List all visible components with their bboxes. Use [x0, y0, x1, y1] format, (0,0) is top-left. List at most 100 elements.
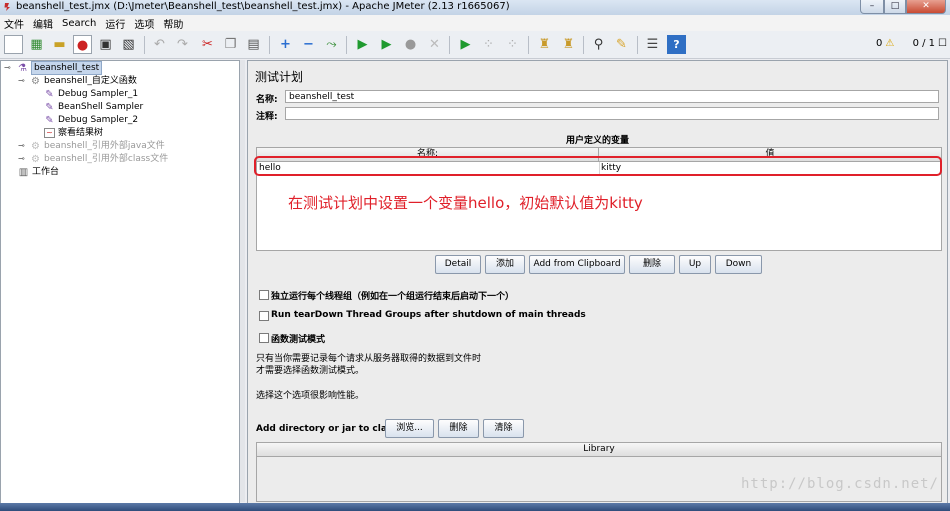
listener-icon: ~ [44, 128, 55, 138]
workbench-icon: ▥ [18, 166, 29, 178]
shutdown-icon[interactable]: ✕ [425, 35, 444, 54]
user-variables-title: 用户定义的变量 [565, 136, 629, 146]
up-button[interactable]: Up [679, 255, 711, 274]
comments-field[interactable] [285, 107, 939, 120]
tree-item-beanshell-sampler[interactable]: ✎ BeanShell Sampler [44, 101, 143, 113]
tree-item-label: beanshell_引用外部class文件 [44, 154, 169, 164]
undo-icon[interactable]: ↶ [150, 35, 169, 54]
down-button[interactable]: Down [715, 255, 762, 274]
tree-item-label: 察看结果树 [58, 128, 104, 138]
close-window-button[interactable]: ✕ [906, 0, 946, 14]
menu-search[interactable]: Search [58, 18, 101, 29]
tree-item-thread-group-2[interactable]: ⊸ ⚙ beanshell_引用外部java文件 [18, 140, 165, 152]
add-button[interactable]: 添加 [485, 255, 525, 274]
thread-group-icon: ⚙ [31, 75, 40, 87]
tree-root-label[interactable]: beanshell_test [31, 61, 103, 75]
search-icon[interactable]: ⚲ [589, 35, 608, 54]
browse-button[interactable]: 浏览... [385, 419, 434, 438]
os-taskbar [0, 503, 950, 511]
collapse-handle-icon[interactable]: ⊸ [18, 75, 25, 87]
classpath-delete-button[interactable]: 删除 [438, 419, 479, 438]
close-file-icon[interactable]: ● [73, 35, 92, 54]
expand-icon[interactable]: + [276, 35, 295, 54]
title-bar: beanshell_test.jmx (D:\Jmeter\Beanshell_… [0, 0, 950, 16]
library-column-header[interactable]: Library [257, 443, 941, 457]
redo-icon[interactable]: ↷ [173, 35, 192, 54]
remote-exit-icon[interactable]: ⁘ [503, 35, 522, 54]
tree-item-workbench[interactable]: ▥ 工作台 [18, 166, 59, 178]
toolbar: ▦ ▬ ● ▣ ▧ ↶ ↷ ✂ ❐ ▤ + − ⤳ ▶ ▶ ● ✕ ▶ ⁘ ⁘ … [0, 31, 950, 59]
new-icon[interactable] [4, 35, 23, 54]
tree-root[interactable]: ⊸ ⚗ beanshell_test [4, 61, 103, 75]
run-status: 0 ⚠ 0 / 1 ☐ [876, 38, 950, 49]
thread-group-icon: ⚙ [31, 140, 40, 152]
sampler-icon: ✎ [45, 88, 54, 100]
tree-item-label: 工作台 [32, 167, 60, 177]
tree-item-results-tree[interactable]: ~ 察看结果树 [44, 127, 103, 139]
library-table: Library [256, 442, 942, 502]
menu-edit[interactable]: 编辑 [29, 16, 58, 31]
stop-icon[interactable]: ● [401, 35, 420, 54]
serialize-threadgroups-label[interactable]: 独立运行每个线程组（例如在一个组运行结束后启动下一个） [271, 289, 514, 302]
clear-all-icon[interactable]: ♜ [559, 35, 578, 54]
functional-mode-checkbox[interactable] [259, 333, 269, 343]
detail-button[interactable]: Detail [435, 255, 481, 274]
tree-item-debug-sampler-1[interactable]: ✎ Debug Sampler_1 [44, 88, 138, 100]
add-from-clipboard-button[interactable]: Add from Clipboard [529, 255, 625, 274]
test-plan-icon: ⚗ [18, 62, 27, 74]
annotation-text: 在测试计划中设置一个变量hello，初始默认值为kitty [288, 194, 643, 212]
toggle-icon[interactable]: ⤳ [322, 35, 341, 54]
paste-icon[interactable]: ▤ [244, 35, 263, 54]
thread-group-icon: ⚙ [31, 153, 40, 165]
start-icon[interactable]: ▶ [353, 35, 372, 54]
cut-icon[interactable]: ✂ [198, 35, 217, 54]
expand-handle-icon[interactable]: ⊸ [18, 140, 25, 152]
teardown-checkbox[interactable] [259, 311, 269, 321]
tree-item-thread-group-3[interactable]: ⊸ ⚙ beanshell_引用外部class文件 [18, 153, 168, 165]
function-helper-icon[interactable]: ☰ [643, 35, 662, 54]
comments-label: 注释: [256, 112, 278, 122]
clear-icon[interactable]: ♜ [535, 35, 554, 54]
tree-item-label: Debug Sampler_1 [58, 89, 139, 99]
window-title: beanshell_test.jmx (D:\Jmeter\Beanshell_… [16, 1, 510, 12]
test-plan-panel: 测试计划 名称: beanshell_test 注释: 用户定义的变量 名称: … [247, 60, 948, 504]
save-as-icon[interactable]: ▧ [119, 35, 138, 54]
panel-title: 测试计划 [255, 70, 304, 84]
tree-item-thread-group-1[interactable]: ⊸ ⚙ beanshell_自定义函数 [18, 75, 137, 87]
tree-item-label: Debug Sampler_2 [58, 115, 139, 125]
start-no-pause-icon[interactable]: ▶ [377, 35, 396, 54]
reset-search-icon[interactable]: ✎ [612, 35, 631, 54]
functional-mode-note-2: 才需要选择函数测试模式。 [256, 366, 365, 376]
menu-options[interactable]: 选项 [130, 16, 159, 31]
tree-item-debug-sampler-2[interactable]: ✎ Debug Sampler_2 [44, 114, 138, 126]
minimize-button[interactable]: – [860, 0, 884, 14]
jmeter-app-icon [4, 3, 10, 11]
tree-item-label: beanshell_自定义函数 [44, 76, 137, 86]
help-icon[interactable]: ? [667, 35, 686, 54]
delete-button[interactable]: 删除 [629, 255, 675, 274]
functional-mode-label[interactable]: 函数测试模式 [271, 332, 325, 345]
open-icon[interactable]: ▬ [50, 35, 69, 54]
watermark-text: http://blog.csdn.net/ [740, 476, 939, 492]
name-field[interactable]: beanshell_test [285, 90, 939, 103]
sampler-icon: ✎ [45, 114, 54, 126]
menu-run[interactable]: 运行 [101, 16, 130, 31]
remote-start-icon[interactable]: ▶ [456, 35, 475, 54]
copy-icon[interactable]: ❐ [221, 35, 240, 54]
maximize-button[interactable]: □ [884, 0, 906, 14]
templates-icon[interactable]: ▦ [27, 35, 46, 54]
remote-stop-icon[interactable]: ⁘ [479, 35, 498, 54]
serialize-threadgroups-checkbox[interactable] [259, 290, 269, 300]
menu-file[interactable]: 文件 [0, 16, 29, 31]
save-icon[interactable]: ▣ [96, 35, 115, 54]
classpath-clear-button[interactable]: 清除 [483, 419, 524, 438]
split-pane-divider[interactable] [240, 60, 245, 502]
expand-handle-icon[interactable]: ⊸ [18, 153, 25, 165]
menu-help[interactable]: 帮助 [159, 16, 188, 31]
tree-item-label: BeanShell Sampler [58, 102, 144, 112]
collapse-icon[interactable]: − [299, 35, 318, 54]
collapse-handle-icon[interactable]: ⊸ [4, 62, 11, 74]
window-controls: – □ ✕ [860, 0, 946, 14]
test-plan-tree: ⊸ ⚗ beanshell_test ⊸ ⚙ beanshell_自定义函数 ✎… [0, 60, 240, 504]
teardown-label[interactable]: Run tearDown Thread Groups after shutdow… [271, 310, 586, 320]
